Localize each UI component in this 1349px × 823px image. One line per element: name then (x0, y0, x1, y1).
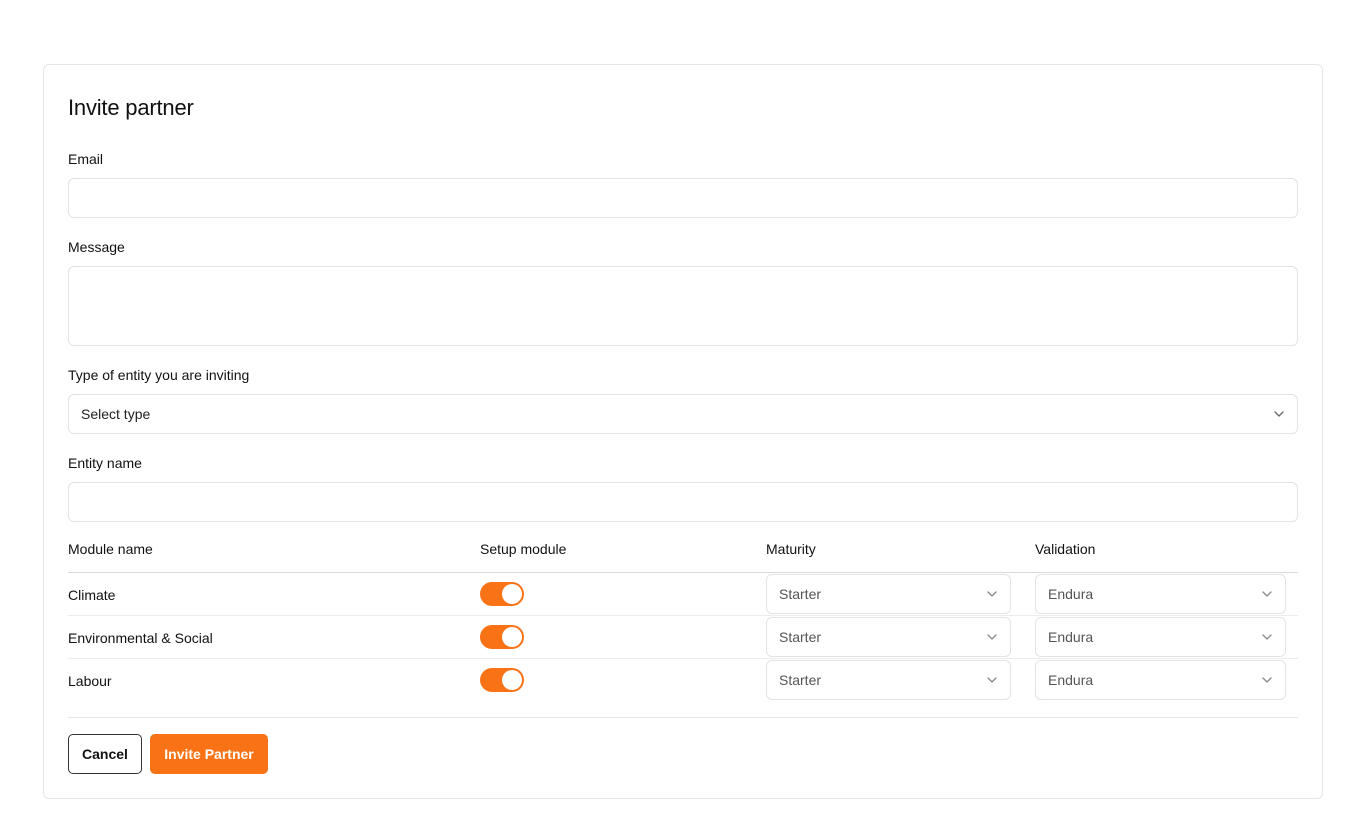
validation-value: Endura (1048, 672, 1094, 688)
cancel-button[interactable]: Cancel (68, 734, 142, 774)
invite-partner-button[interactable]: Invite Partner (150, 734, 268, 774)
chevron-down-icon (986, 631, 998, 643)
validation-value: Endura (1048, 629, 1094, 645)
maturity-value: Starter (779, 586, 822, 602)
row-divider (68, 658, 1298, 659)
footer-divider (68, 717, 1298, 718)
chevron-down-icon (986, 588, 998, 600)
chevron-down-icon (1261, 588, 1273, 600)
toggle-knob (502, 584, 522, 604)
page-title: Invite partner (68, 95, 194, 120)
validation-select-climate[interactable]: Endura (1035, 574, 1286, 614)
setup-toggle-environmental-social[interactable] (480, 625, 524, 649)
message-label: Message (68, 239, 125, 255)
table-header-divider (68, 572, 1298, 573)
module-name-labour: Labour (68, 673, 112, 689)
entity-name-field[interactable] (68, 482, 1298, 522)
chevron-down-icon (1261, 631, 1273, 643)
maturity-value: Starter (779, 672, 822, 688)
email-field[interactable] (68, 178, 1298, 218)
entity-type-select[interactable]: Select type (68, 394, 1298, 434)
setup-toggle-labour[interactable] (480, 668, 524, 692)
column-header-setup-module: Setup module (480, 541, 567, 557)
chevron-down-icon (1261, 674, 1273, 686)
chevron-down-icon (1273, 408, 1285, 420)
invite-partner-card: Invite partner Email Message Type of ent… (43, 64, 1323, 799)
toggle-knob (502, 670, 522, 690)
validation-select-labour[interactable]: Endura (1035, 660, 1286, 700)
row-divider (68, 615, 1298, 616)
entity-type-label: Type of entity you are inviting (68, 367, 250, 383)
toggle-knob (502, 627, 522, 647)
setup-toggle-climate[interactable] (480, 582, 524, 606)
maturity-select-climate[interactable]: Starter (766, 574, 1011, 614)
maturity-select-labour[interactable]: Starter (766, 660, 1011, 700)
email-label: Email (68, 151, 104, 167)
column-header-module-name: Module name (68, 541, 153, 557)
entity-name-label: Entity name (68, 455, 142, 471)
chevron-down-icon (986, 674, 998, 686)
validation-select-environmental-social[interactable]: Endura (1035, 617, 1286, 657)
column-header-validation: Validation (1035, 541, 1096, 557)
maturity-select-environmental-social[interactable]: Starter (766, 617, 1011, 657)
message-field[interactable] (68, 266, 1298, 346)
module-name-climate: Climate (68, 587, 116, 603)
entity-type-value: Select type (81, 406, 151, 422)
module-name-environmental-social: Environmental & Social (68, 630, 213, 646)
column-header-maturity: Maturity (766, 541, 816, 557)
validation-value: Endura (1048, 586, 1094, 602)
maturity-value: Starter (779, 629, 822, 645)
